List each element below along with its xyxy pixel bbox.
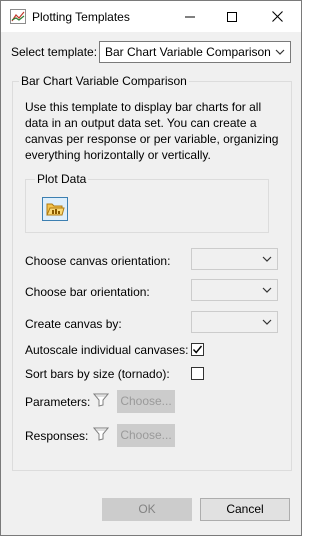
plot-data-button[interactable]: [42, 197, 68, 221]
canvas-orientation-select[interactable]: [191, 248, 278, 270]
responses-choose-button[interactable]: Choose...: [117, 424, 175, 447]
filter-icon: [93, 427, 109, 441]
template-select-value: Bar Chart Variable Comparison: [105, 45, 271, 59]
chart-icon: [10, 9, 26, 24]
maximize-icon: [227, 11, 237, 22]
canvas-orientation-label: Choose canvas orientation:: [25, 254, 171, 268]
select-template-label: Select template:: [11, 45, 98, 59]
template-select[interactable]: Bar Chart Variable Comparison: [99, 41, 291, 63]
parameters-label: Parameters:: [25, 395, 91, 409]
canvas-by-select[interactable]: [191, 311, 278, 333]
maximize-button[interactable]: [215, 1, 249, 32]
chevron-down-icon: [262, 256, 272, 262]
template-description: Use this template to display bar charts …: [25, 100, 279, 162]
responses-label: Responses:: [25, 429, 89, 443]
filter-icon: [93, 393, 109, 407]
title-bar: Plotting Templates: [1, 1, 301, 32]
checkmark-icon: [192, 345, 203, 354]
close-icon: [271, 11, 283, 22]
group-title: Bar Chart Variable Comparison: [19, 74, 189, 88]
bar-orientation-label: Choose bar orientation:: [25, 285, 150, 299]
autoscale-label: Autoscale individual canvases:: [25, 343, 189, 357]
parameters-choose-button[interactable]: Choose...: [117, 390, 175, 413]
plotting-templates-window: Plotting Templates Select template: Bar …: [0, 0, 302, 536]
window-title: Plotting Templates: [32, 10, 130, 24]
ok-button[interactable]: OK: [102, 498, 192, 521]
autoscale-checkbox[interactable]: [191, 343, 204, 356]
sort-bars-checkbox[interactable]: [191, 367, 204, 380]
chevron-down-icon: [262, 287, 272, 293]
minimize-button[interactable]: [173, 1, 207, 32]
folder-chart-icon: [46, 203, 65, 216]
close-button[interactable]: [260, 1, 294, 32]
sort-bars-label: Sort bars by size (tornado):: [25, 367, 170, 381]
canvas-by-label: Create canvas by:: [25, 317, 122, 331]
minimize-icon: [185, 16, 195, 17]
chevron-down-icon: [262, 319, 272, 325]
chevron-down-icon: [275, 49, 285, 55]
plot-data-title: Plot Data: [35, 172, 89, 186]
bar-orientation-select[interactable]: [191, 279, 278, 301]
cancel-button[interactable]: Cancel: [200, 498, 290, 521]
